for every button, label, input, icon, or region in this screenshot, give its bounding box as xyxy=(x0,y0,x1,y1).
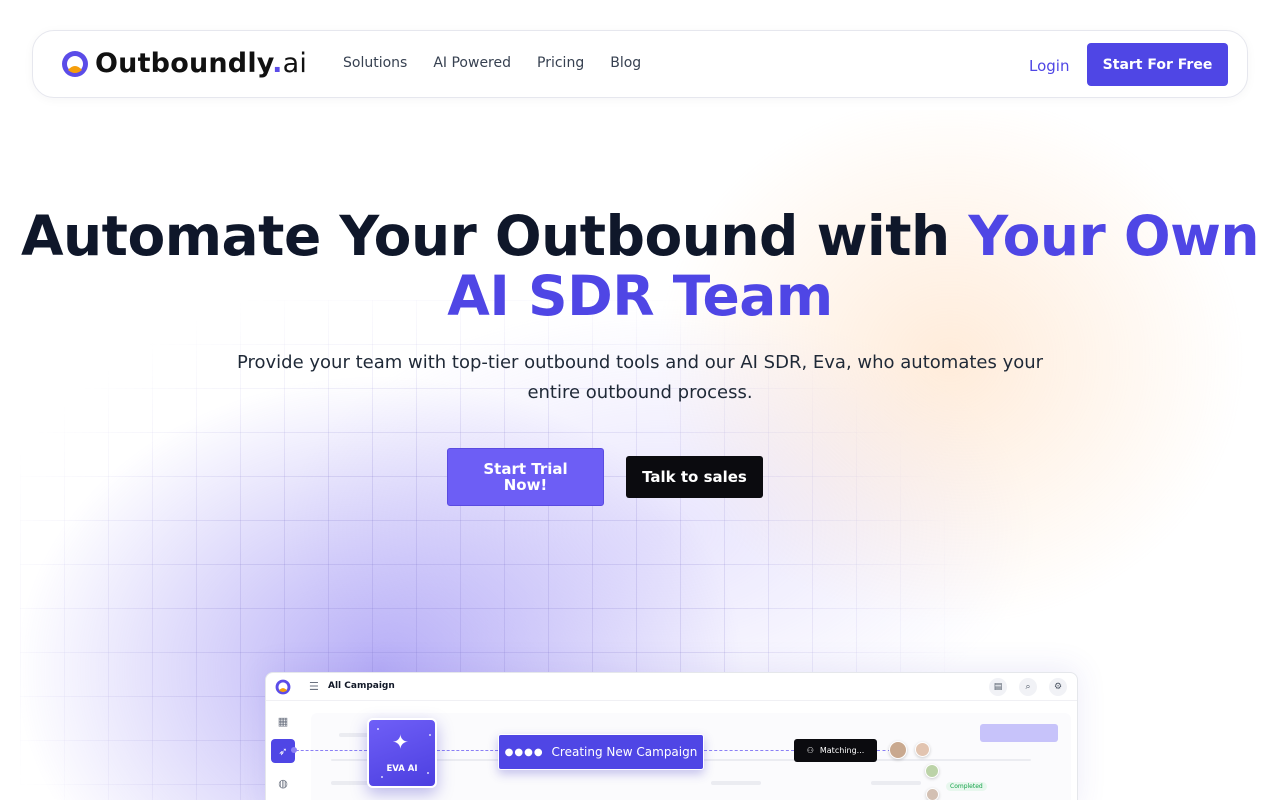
nav-link-blog[interactable]: Blog xyxy=(610,55,641,71)
search-icon[interactable]: ⌕ xyxy=(1019,678,1037,696)
grid-icon[interactable]: ▦ xyxy=(271,709,295,733)
nav-link-ai-powered[interactable]: AI Powered xyxy=(433,55,511,71)
globe-icon[interactable]: ◍ xyxy=(271,771,295,795)
brand-logo[interactable]: Outboundly.ai xyxy=(61,48,307,79)
hero-title: Automate Your Outbound with Your Own AI … xyxy=(0,206,1280,326)
matching-label: Matching... xyxy=(819,746,865,755)
users-icon: ⚇ xyxy=(806,746,814,755)
creating-campaign-label: Creating New Campaign xyxy=(551,745,698,759)
app-logo-icon xyxy=(275,679,291,695)
eva-ai-card[interactable]: ✦ EVA AI xyxy=(367,718,437,788)
avatar xyxy=(889,741,907,759)
start-trial-button[interactable]: Start Trial Now! xyxy=(447,448,604,506)
avatar xyxy=(926,788,939,800)
matching-status: ⚇ Matching... xyxy=(794,739,877,762)
star-dot xyxy=(381,776,383,778)
eva-ai-label: EVA AI xyxy=(386,764,418,774)
top-navbar: Outboundly.ai Solutions AI Powered Prici… xyxy=(32,30,1248,98)
table-ghost-line xyxy=(871,781,921,785)
login-link[interactable]: Login xyxy=(1029,57,1069,75)
flow-dot xyxy=(291,747,297,753)
status-badge: Completed xyxy=(946,782,987,791)
star-dot xyxy=(377,728,379,730)
nav-link-solutions[interactable]: Solutions xyxy=(343,55,407,71)
flag-icon[interactable]: ▤ xyxy=(989,678,1007,696)
new-campaign-button[interactable] xyxy=(980,724,1058,742)
table-ghost-line xyxy=(711,781,761,785)
talk-to-sales-button[interactable]: Talk to sales xyxy=(626,456,763,498)
star-dot xyxy=(429,734,431,736)
hero-title-main: Automate Your Outbound with xyxy=(20,204,969,268)
nav-links: Solutions AI Powered Pricing Blog xyxy=(343,55,641,71)
hamburger-menu-icon[interactable]: ☰ xyxy=(309,680,319,693)
outboundly-logo-icon xyxy=(61,50,89,78)
flow-connector xyxy=(291,750,367,751)
settings-icon[interactable]: ⚙ xyxy=(1049,678,1067,696)
table-ghost-line xyxy=(331,781,371,785)
avatar xyxy=(915,742,930,757)
creating-campaign-status: ●●●● Creating New Campaign xyxy=(498,734,704,770)
hero-subtitle: Provide your team with top-tier outbound… xyxy=(236,352,1044,403)
loading-dots-icon: ●●●● xyxy=(504,746,544,758)
app-topbar: ☰ All Campaign ▤ ⌕ ⚙ xyxy=(266,673,1077,701)
start-for-free-button[interactable]: Start For Free xyxy=(1087,43,1228,86)
avatar xyxy=(925,764,939,778)
flow-connector xyxy=(437,750,498,751)
app-page-title: All Campaign xyxy=(328,681,395,691)
flow-connector xyxy=(704,750,794,751)
brand-name: Outboundly.ai xyxy=(95,48,308,79)
nav-link-pricing[interactable]: Pricing xyxy=(537,55,584,71)
sparkle-icon: ✦ xyxy=(392,730,409,754)
